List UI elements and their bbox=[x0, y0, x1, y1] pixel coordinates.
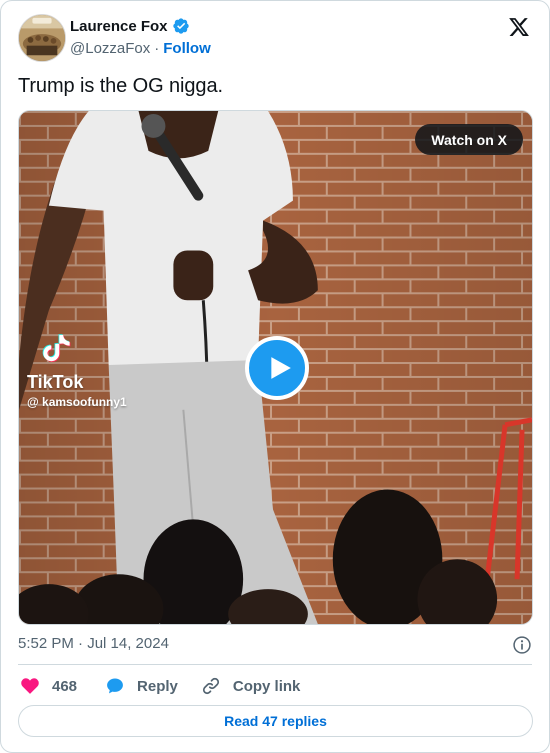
x-logo-icon[interactable] bbox=[508, 16, 530, 38]
handle-separator: · bbox=[154, 40, 160, 57]
reply-bubble-icon bbox=[107, 678, 123, 694]
follow-button[interactable]: Follow bbox=[163, 40, 211, 57]
timestamp[interactable]: 5:52 PM · Jul 14, 2024 bbox=[18, 635, 169, 652]
play-button[interactable] bbox=[245, 336, 309, 400]
link-icon bbox=[202, 677, 219, 695]
action-bar: 468 Reply Copy link bbox=[18, 675, 532, 697]
heart-icon bbox=[21, 678, 39, 694]
author-handle[interactable]: @LozzaFox bbox=[70, 40, 150, 57]
read-replies-button[interactable]: Read 47 replies bbox=[18, 705, 533, 737]
like-count: 468 bbox=[52, 677, 78, 695]
reply-label: Reply bbox=[137, 677, 178, 695]
tiktok-wordmark: TikTok bbox=[27, 372, 84, 392]
reply-button[interactable]: Reply bbox=[105, 676, 178, 696]
verified-badge-icon bbox=[172, 17, 190, 35]
like-button[interactable]: 468 bbox=[20, 676, 77, 696]
tweet-header: Laurence Fox @LozzaFox · Follow bbox=[18, 14, 532, 64]
tiktok-logo-icon bbox=[42, 334, 71, 362]
video-media[interactable]: TikTok @ kamsoofunny1 Watch on X bbox=[18, 110, 533, 625]
author-name[interactable]: Laurence Fox bbox=[70, 18, 168, 35]
play-icon bbox=[270, 357, 291, 379]
divider bbox=[18, 664, 532, 665]
copy-link-label: Copy link bbox=[232, 677, 301, 695]
author-handle-row: @LozzaFox · Follow bbox=[70, 40, 211, 57]
tweet-text: Trump is the OG nigga. bbox=[18, 75, 223, 97]
author-name-row: Laurence Fox bbox=[70, 17, 190, 35]
tiktok-watermark: TikTok @ kamsoofunny1 bbox=[27, 329, 127, 409]
avatar[interactable] bbox=[18, 14, 66, 62]
watch-on-x-button[interactable]: Watch on X bbox=[415, 124, 523, 155]
copy-link-button[interactable]: Copy link bbox=[201, 676, 301, 696]
tweet-meta: 5:52 PM · Jul 14, 2024 bbox=[18, 635, 532, 655]
tiktok-username: @ kamsoofunny1 bbox=[27, 395, 127, 409]
tweet-card: Laurence Fox @LozzaFox · Follow Trump is… bbox=[0, 0, 550, 753]
info-icon[interactable] bbox=[512, 635, 532, 655]
